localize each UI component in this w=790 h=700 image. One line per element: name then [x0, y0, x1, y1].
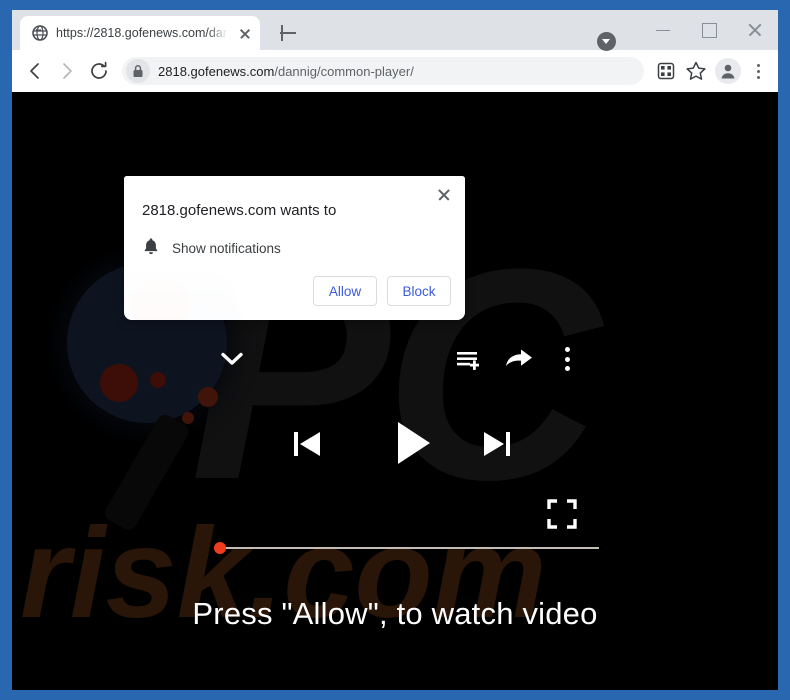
screen: https://2818.gofenews.com/dannig/common-…	[0, 0, 790, 700]
qr-code-icon[interactable]	[652, 57, 680, 85]
tab-strip: https://2818.gofenews.com/dannig/common-…	[12, 10, 778, 51]
browser-window: https://2818.gofenews.com/dannig/common-…	[12, 10, 778, 690]
progress-track	[220, 547, 599, 549]
address-bar[interactable]: 2818.gofenews.com/dannig/common-player/	[122, 57, 644, 85]
block-button[interactable]: Block	[387, 276, 451, 306]
permission-row: Show notifications	[142, 236, 447, 260]
globe-icon	[32, 25, 48, 41]
notification-permission-dialog: 2818.gofenews.com wants to Show notifica…	[124, 176, 465, 320]
dialog-close-icon[interactable]	[433, 184, 455, 206]
minimize-button[interactable]	[640, 10, 686, 50]
tab-title: https://2818.gofenews.com/dannig/common-…	[56, 26, 228, 40]
page-viewport: PC risk.com Press "Allow", to watch vide…	[12, 92, 778, 690]
next-track-icon[interactable]	[477, 424, 517, 464]
progress-scrubber[interactable]	[214, 542, 226, 554]
close-icon[interactable]	[236, 24, 254, 42]
progress-bar[interactable]	[210, 532, 602, 564]
back-icon[interactable]	[20, 56, 50, 86]
browser-menu-icon[interactable]	[746, 57, 770, 85]
dialog-title: 2818.gofenews.com wants to	[142, 202, 337, 219]
tab-search-icon[interactable]	[597, 32, 616, 51]
call-to-action-text: Press "Allow", to watch video	[192, 596, 598, 631]
allow-button[interactable]: Allow	[313, 276, 377, 306]
url-path: /dannig/common-player/	[274, 63, 414, 79]
player-transport-controls	[12, 412, 778, 472]
fullscreen-icon[interactable]	[546, 498, 578, 530]
browser-toolbar: 2818.gofenews.com/dannig/common-player/	[12, 50, 778, 92]
avatar[interactable]	[715, 58, 741, 84]
permission-label: Show notifications	[172, 240, 281, 256]
window-controls	[640, 10, 778, 50]
more-options-icon[interactable]	[553, 342, 581, 376]
player-top-controls	[12, 342, 778, 382]
close-window-button[interactable]	[732, 10, 778, 50]
url-host: 2818.gofenews.com	[158, 63, 275, 79]
new-tab-button[interactable]	[274, 19, 302, 47]
lock-icon[interactable]	[126, 59, 150, 83]
forward-icon[interactable]	[52, 56, 82, 86]
previous-track-icon[interactable]	[287, 424, 327, 464]
add-to-queue-icon[interactable]	[452, 342, 486, 376]
url-text: 2818.gofenews.com/dannig/common-player/	[158, 64, 414, 79]
share-icon[interactable]	[502, 342, 536, 376]
reload-icon[interactable]	[84, 56, 114, 86]
maximize-button[interactable]	[686, 10, 732, 50]
lens-dot	[198, 387, 218, 407]
bookmark-star-icon[interactable]	[682, 57, 710, 85]
browser-tab[interactable]: https://2818.gofenews.com/dannig/common-…	[20, 16, 260, 50]
dialog-body: 2818.gofenews.com wants to Show notifica…	[124, 176, 465, 260]
play-icon[interactable]	[387, 417, 439, 469]
chevron-down-icon[interactable]	[215, 342, 249, 376]
dialog-actions: Allow Block	[313, 276, 451, 306]
bell-icon	[142, 236, 160, 260]
